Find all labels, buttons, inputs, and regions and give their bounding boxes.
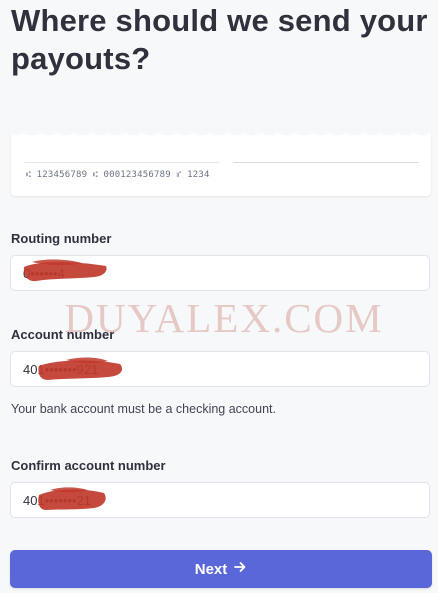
account-number-label: Account number [11,327,115,342]
account-number-value: 401•••••••921 [23,362,99,377]
confirm-account-number-value: 401•••••••21 [23,493,92,508]
check-signature-line [233,162,419,163]
routing-sample: 123456789 [36,170,88,180]
account-number-input[interactable]: 401•••••••921 [10,351,430,387]
arrow-right-icon [233,560,247,578]
account-sample: 000123456789 [103,170,171,180]
routing-number-value: 0••••••4 [23,266,65,281]
check-number-sample: 1234 [187,170,210,180]
confirm-account-number-label: Confirm account number [11,458,166,473]
check-torn-edge [11,130,431,136]
transit-symbol-icon: ⑆ [92,170,98,179]
routing-number-label: Routing number [11,231,112,246]
on-us-symbol-icon: ⑈ [176,170,182,179]
check-line-left [25,162,219,163]
page-title: Where should we send your payouts? [11,3,428,76]
routing-number-input[interactable]: 0••••••4 [10,255,430,291]
next-button[interactable]: Next [10,550,432,588]
check-illustration: ⑆ 123456789 ⑆ 000123456789 ⑈ 1234 [11,130,431,196]
confirm-account-number-input[interactable]: 401•••••••21 [10,482,430,518]
transit-symbol-icon: ⑆ [26,170,31,179]
next-button-label: Next [194,560,228,578]
account-type-help: Your bank account must be a checking acc… [11,402,276,416]
micr-line: ⑆ 123456789 ⑆ 000123456789 ⑈ 1234 [26,170,210,180]
